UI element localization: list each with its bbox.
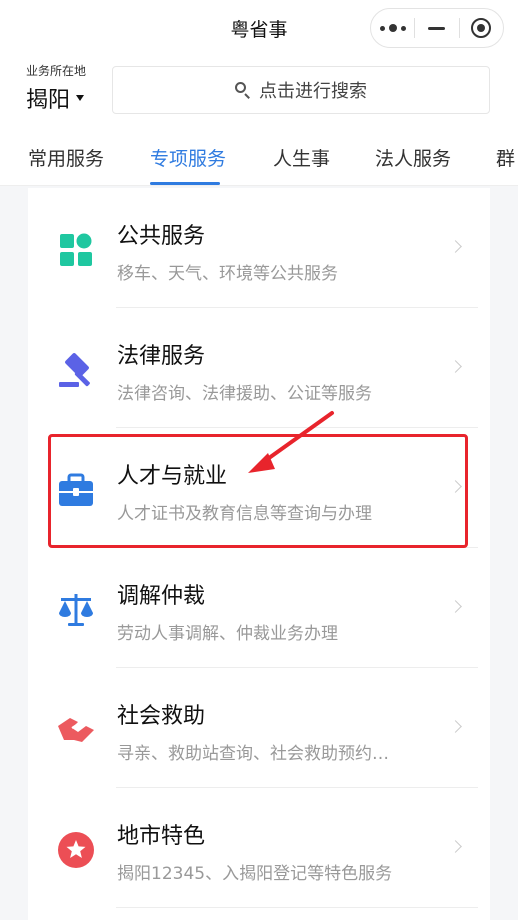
location-selector[interactable]: 业务所在地 揭阳 bbox=[26, 64, 86, 114]
chevron-right-icon bbox=[449, 720, 462, 733]
service-desc: 人才证书及教育信息等查询与办理 bbox=[117, 504, 372, 524]
close-target-icon bbox=[471, 18, 492, 38]
search-input[interactable]: 点击进行搜索 bbox=[112, 66, 490, 114]
service-desc: 寻亲、救助站查询、社会救助预约… bbox=[117, 744, 389, 764]
grid-icon bbox=[60, 233, 92, 266]
briefcase-icon bbox=[59, 473, 93, 506]
title-bar: 粤省事 bbox=[0, 0, 518, 56]
handshake-icon bbox=[58, 718, 94, 742]
mini-program-capsule bbox=[370, 8, 504, 48]
chevron-right-icon bbox=[449, 480, 462, 493]
search-row: 业务所在地 揭阳 点击进行搜索 bbox=[0, 56, 518, 130]
gavel-icon bbox=[59, 353, 90, 387]
tab-legal-person-services[interactable]: 法人服务 bbox=[375, 144, 451, 171]
category-tabs: 常用服务 专项服务 人生事 法人服务 群 bbox=[0, 130, 518, 186]
tab-special-services[interactable]: 专项服务 bbox=[150, 144, 226, 171]
more-dots-icon bbox=[379, 24, 406, 32]
tab-group[interactable]: 群 bbox=[496, 144, 515, 171]
minimize-icon bbox=[428, 26, 446, 30]
caret-down-icon bbox=[76, 95, 85, 101]
search-icon bbox=[235, 82, 251, 99]
service-title: 公共服务 bbox=[117, 224, 206, 249]
service-item-mediation[interactable]: 调解仲裁 劳动人事调解、仲裁业务办理 bbox=[28, 548, 490, 668]
tab-life-events[interactable]: 人生事 bbox=[273, 144, 330, 171]
minimize-button[interactable] bbox=[415, 9, 458, 47]
star-icon bbox=[58, 832, 94, 868]
service-item-talent-employment[interactable]: 人才与就业 人才证书及教育信息等查询与办理 bbox=[28, 428, 490, 548]
service-title: 调解仲裁 bbox=[117, 584, 206, 609]
service-item-local-features[interactable]: 地市特色 揭阳12345、入揭阳登记等特色服务 bbox=[28, 788, 490, 908]
more-button[interactable] bbox=[371, 9, 414, 47]
app-title: 粤省事 bbox=[230, 18, 288, 41]
chevron-right-icon bbox=[449, 600, 462, 613]
service-item-social-assistance[interactable]: 社会救助 寻亲、救助站查询、社会救助预约… bbox=[28, 668, 490, 788]
chevron-right-icon bbox=[449, 240, 462, 253]
service-list: 公共服务 移车、天气、环境等公共服务 法律服务 法律咨询、法律援助、公证等服务 … bbox=[28, 188, 490, 920]
location-label: 业务所在地 bbox=[26, 64, 87, 78]
service-title: 地市特色 bbox=[117, 824, 206, 849]
service-title: 人才与就业 bbox=[117, 464, 228, 489]
service-desc: 移车、天气、环境等公共服务 bbox=[117, 264, 338, 284]
chevron-right-icon bbox=[449, 840, 462, 853]
scale-icon bbox=[59, 594, 93, 626]
active-tab-indicator bbox=[150, 182, 220, 185]
tab-common-services[interactable]: 常用服务 bbox=[28, 144, 104, 171]
close-button[interactable] bbox=[460, 9, 503, 47]
service-title: 法律服务 bbox=[117, 344, 206, 369]
search-placeholder: 点击进行搜索 bbox=[259, 81, 367, 102]
service-item-public[interactable]: 公共服务 移车、天气、环境等公共服务 bbox=[28, 188, 490, 308]
service-desc: 劳动人事调解、仲裁业务办理 bbox=[117, 624, 338, 644]
service-title: 社会救助 bbox=[117, 704, 206, 729]
service-desc: 揭阳12345、入揭阳登记等特色服务 bbox=[117, 864, 393, 884]
service-item-legal[interactable]: 法律服务 法律咨询、法律援助、公证等服务 bbox=[28, 308, 490, 428]
location-city: 揭阳 bbox=[26, 88, 71, 113]
service-desc: 法律咨询、法律援助、公证等服务 bbox=[117, 384, 372, 404]
chevron-right-icon bbox=[449, 360, 462, 373]
